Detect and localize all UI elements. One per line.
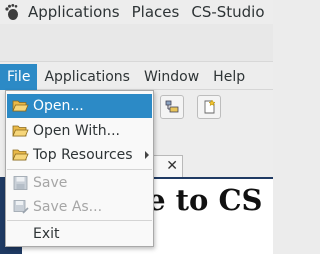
menu-window[interactable]: Window (137, 64, 206, 90)
menu-item-save-as[interactable]: Save As... (7, 195, 152, 219)
close-icon[interactable]: ✕ (166, 156, 178, 176)
menu-item-top-resources-label: Top Resources (33, 147, 133, 163)
menubar: File Applications Window Help (0, 64, 273, 90)
submenu-arrow-icon (145, 151, 149, 159)
menu-item-save-as-label: Save As... (33, 199, 103, 215)
menu-item-open-label: Open... (33, 98, 84, 114)
applications-label: Applications (28, 3, 120, 21)
menu-item-top-resources[interactable]: Top Resources (7, 143, 152, 167)
menu-help[interactable]: Help (206, 64, 252, 90)
menu-item-exit-label: Exit (33, 226, 60, 242)
layout-icon (165, 100, 179, 113)
menu-file[interactable]: File (0, 64, 38, 90)
top-panel: Applications Places CS-Studio (0, 0, 273, 24)
toolbar (150, 93, 273, 121)
folder-open-icon (12, 149, 29, 161)
menu-applications[interactable]: Applications (37, 64, 137, 90)
menu-item-open[interactable]: Open... (7, 94, 152, 118)
app-menu[interactable]: CS-Studio (185, 0, 270, 24)
file-menu-dropdown: Open... Open With... Top Resources Save … (5, 90, 154, 247)
menu-separator (7, 220, 152, 221)
menu-item-save[interactable]: Save (7, 171, 152, 195)
menu-item-open-with-label: Open With... (33, 123, 120, 139)
folder-open-icon (12, 125, 29, 137)
places-menu[interactable]: Places (126, 0, 186, 24)
app-menu-label: CS-Studio (191, 3, 265, 21)
menu-item-exit[interactable]: Exit (7, 222, 152, 246)
toolbar-button-new[interactable] (197, 95, 221, 119)
folder-open-icon (12, 100, 29, 112)
toolbar-button-layout[interactable] (160, 95, 184, 119)
gnome-foot-icon (5, 4, 18, 20)
new-file-icon (204, 99, 216, 114)
menu-item-open-with[interactable]: Open With... (7, 119, 152, 143)
applications-menu[interactable]: Applications (0, 0, 126, 24)
window-title-strip (0, 24, 273, 62)
save-icon (13, 176, 28, 190)
places-label: Places (131, 3, 180, 21)
menu-item-save-label: Save (33, 175, 68, 191)
save-as-icon (13, 200, 29, 214)
menu-separator (7, 169, 152, 170)
